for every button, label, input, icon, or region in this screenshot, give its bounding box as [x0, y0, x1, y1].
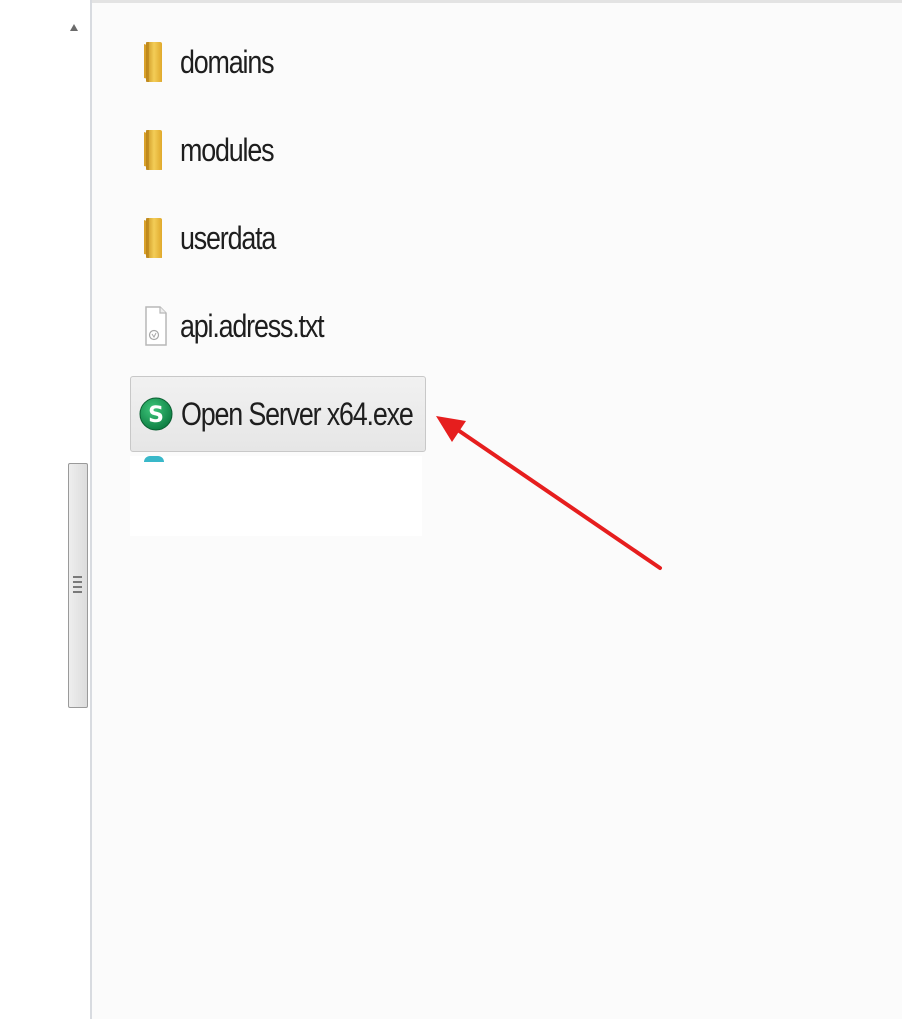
file-item-userdata[interactable]: userdata: [130, 194, 550, 282]
file-name: userdata: [180, 219, 276, 256]
file-name: Open Server x64.exe: [181, 395, 414, 432]
file-item-obscured: [130, 452, 550, 536]
folder-icon: [134, 41, 176, 83]
text-file-icon: [134, 305, 176, 347]
explorer-window: domains modules userdata api.adress.txt …: [0, 0, 902, 1019]
partial-file-icon: [144, 456, 164, 462]
svg-text:S: S: [148, 403, 164, 428]
file-list: domains modules userdata api.adress.txt …: [130, 18, 550, 536]
file-item-api-adress-txt[interactable]: api.adress.txt: [130, 282, 550, 370]
file-name: api.adress.txt: [180, 307, 325, 344]
redacted-block: [130, 456, 422, 536]
folder-icon: [134, 129, 176, 171]
scrollbar-thumb[interactable]: [68, 463, 88, 708]
file-item-modules[interactable]: modules: [130, 106, 550, 194]
window-top-border: [0, 0, 902, 3]
file-item-open-server-exe[interactable]: S Open Server x64.exe: [130, 376, 426, 452]
file-item-domains[interactable]: domains: [130, 18, 550, 106]
folder-icon: [134, 217, 176, 259]
navigation-pane: [0, 0, 92, 1019]
file-name: modules: [180, 131, 275, 168]
scrollbar-grip-icon: [73, 576, 82, 594]
open-server-icon: S: [135, 393, 177, 435]
file-name: domains: [180, 43, 275, 80]
